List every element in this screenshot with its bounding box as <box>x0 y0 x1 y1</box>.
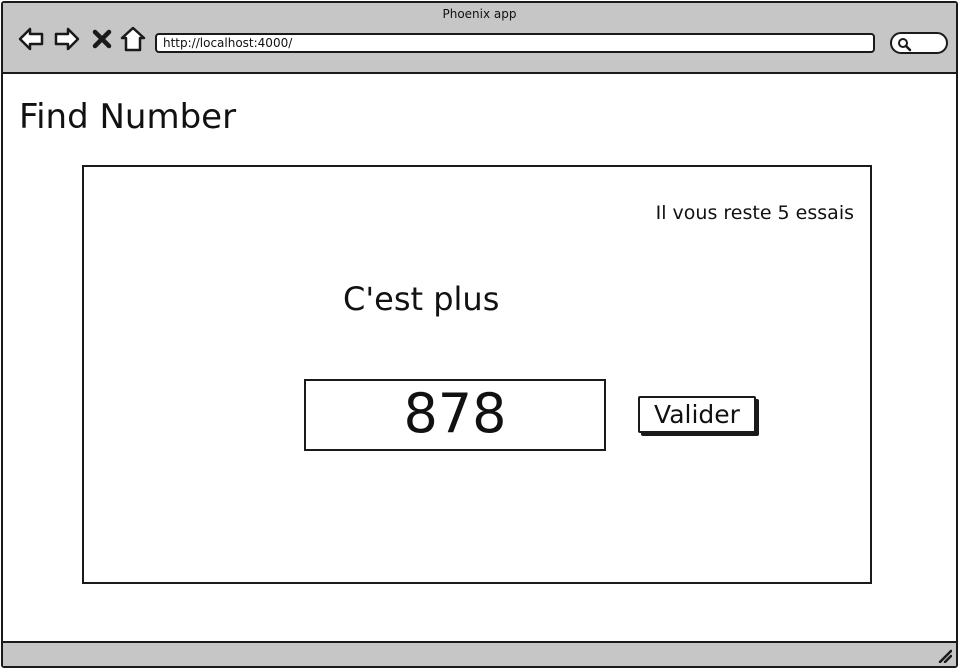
page-title: Find Number <box>19 97 237 137</box>
browser-titlebar: Phoenix app http://localhost:4000/ <box>3 3 956 74</box>
url-bar[interactable]: http://localhost:4000/ <box>155 33 875 53</box>
browser-search-button[interactable] <box>890 32 948 54</box>
home-icon[interactable] <box>119 25 147 53</box>
browser-window: Phoenix app http://localhost:4000/ Find … <box>1 1 958 668</box>
remaining-tries-text: Il vous reste 5 essais <box>655 202 854 224</box>
search-icon <box>898 38 912 52</box>
game-panel: Il vous reste 5 essais C'est plus 878 Va… <box>82 165 872 584</box>
window-title: Phoenix app <box>442 7 517 21</box>
resize-grip-icon[interactable] <box>936 647 952 663</box>
validate-button[interactable]: Valider <box>638 396 756 433</box>
forward-arrow-icon[interactable] <box>53 25 81 53</box>
hint-message: C'est plus <box>343 280 500 318</box>
back-arrow-icon[interactable] <box>17 25 45 53</box>
guess-input[interactable]: 878 <box>304 379 606 451</box>
close-icon[interactable] <box>91 25 113 53</box>
status-bar <box>3 641 956 666</box>
